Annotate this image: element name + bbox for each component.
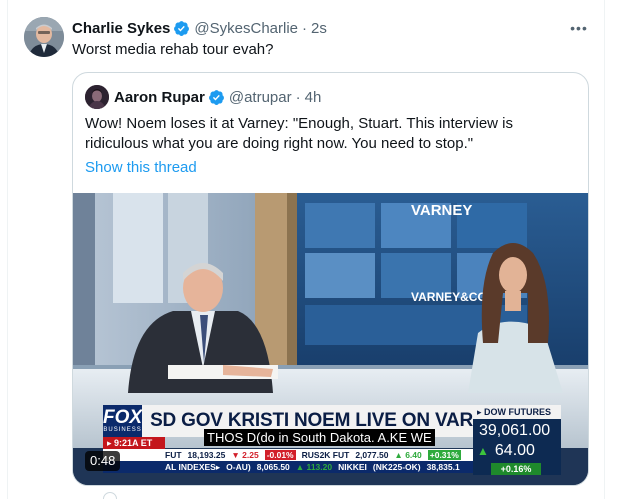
broadcast-clock: ▸ 9:21A ET — [103, 437, 165, 449]
up-arrow-icon: ▲ — [477, 444, 489, 458]
separator-dot: · — [295, 88, 301, 106]
ticker-item: NIKKEI — [338, 462, 367, 472]
dow-futures-box: ▸ DOW FUTURES 39,061.00 ▲ 64.00 +0.16% — [473, 405, 561, 475]
video-duration-badge: 0:48 — [85, 451, 121, 471]
tweet-timestamp[interactable]: 2s — [311, 20, 327, 37]
ticker-item: 18,193.25 — [187, 450, 226, 460]
timeline-border-right — [604, 0, 605, 499]
separator-dot: · — [302, 19, 307, 37]
dow-change-value: 64.00 — [494, 442, 535, 459]
closed-caption: THOS D(do in South Dakota. A.KE WE — [204, 429, 435, 446]
dow-value: 39,061.00 — [479, 422, 551, 439]
quoted-text-line-2: ridiculous what you are doing right now.… — [85, 135, 474, 152]
quoted-tweet-text: Wow! Noem loses it at Varney: "Enough, S… — [85, 114, 575, 154]
set-sign-varney-co: VARNEY&CO. — [411, 290, 490, 304]
quoted-tweet-card[interactable]: Aaron Rupar @atrupar · 4h Wow! Noem lose… — [72, 72, 589, 486]
ticker-item: AL INDEXES▸ — [165, 461, 221, 472]
dow-label: ▸ DOW FUTURES — [473, 405, 561, 419]
verified-badge-icon — [208, 89, 225, 106]
clock-text: 9:21A ET — [114, 438, 153, 448]
ticker-item: RUS2K FUT — [301, 450, 350, 460]
ticker-item: O-AU) — [226, 462, 251, 472]
quoted-author-name: Aaron Rupar — [114, 88, 205, 106]
ticker-item: -0.01% — [264, 450, 296, 460]
market-ticker-bottom: AL INDEXES▸ O-AU) 8,065.50 ▲ 113.20 NIKK… — [103, 461, 473, 473]
ticker-item: ▲ 6.40 — [394, 450, 422, 460]
quoted-author-avatar — [85, 85, 109, 109]
show-thread-link[interactable]: Show this thread — [85, 158, 197, 178]
ticker-item: ▲ 113.20 — [295, 462, 333, 472]
ticker-item: ▼ 2.25 — [231, 450, 259, 460]
ticker-item: 8,065.50 — [256, 462, 290, 472]
quoted-tweet-header: Aaron Rupar @atrupar · 4h — [114, 87, 321, 107]
market-ticker-top: FUT 18,193.25 ▼ 2.25 -0.01% RUS2K FUT 2,… — [103, 449, 473, 461]
quoted-author-handle: @atrupar — [228, 88, 292, 106]
tweet-text: Worst media rehab tour evah? — [72, 41, 274, 58]
verified-badge-icon — [173, 20, 190, 37]
tweet-header: Charlie Sykes @SykesCharlie · 2s — [72, 18, 327, 38]
quoted-text-line-1: Wow! Noem loses it at Varney: "Enough, S… — [85, 115, 514, 132]
quoted-tweet-timestamp: 4h — [304, 88, 322, 106]
author-avatar[interactable] — [24, 17, 64, 57]
network-logo-sub: BUSINESS — [103, 426, 142, 433]
more-options-icon[interactable]: ••• — [568, 18, 590, 38]
dow-percent: +0.16% — [491, 463, 541, 475]
ticker-item: FUT — [165, 450, 182, 460]
timeline-border-left — [7, 0, 8, 499]
fox-business-logo: FOX BUSINESS — [103, 405, 143, 437]
reply-icon[interactable] — [103, 492, 117, 499]
ticker-item: 2,077.50 — [355, 450, 389, 460]
author-name[interactable]: Charlie Sykes — [72, 20, 170, 37]
ticker-item: 38,835.1 — [426, 462, 460, 472]
video-player[interactable]: VARNEY VARNEY&CO. FOX BUSINESS SD GOV KR… — [73, 193, 588, 485]
ticker-item: +0.31% — [427, 450, 461, 460]
ticker-item: (NK225-OK) — [372, 462, 421, 472]
author-handle[interactable]: @SykesCharlie — [194, 20, 298, 37]
network-logo-text: FOX — [103, 406, 143, 428]
dow-change: ▲ 64.00 — [477, 441, 557, 461]
set-sign-varney: VARNEY — [411, 202, 472, 219]
